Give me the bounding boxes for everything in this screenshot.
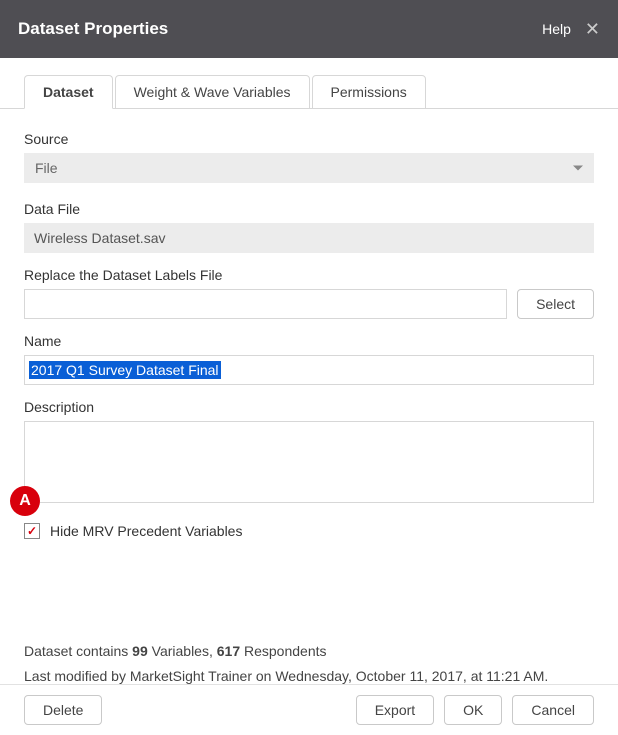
description-label: Description <box>24 399 594 415</box>
close-icon[interactable]: ✕ <box>585 20 600 38</box>
replace-labels-label: Replace the Dataset Labels File <box>24 267 594 283</box>
tab-permissions[interactable]: Permissions <box>312 75 426 109</box>
name-label: Name <box>24 333 594 349</box>
callout-marker-a: A <box>10 486 40 516</box>
chevron-down-icon <box>573 166 583 171</box>
dataset-info-counts: Dataset contains 99 Variables, 617 Respo… <box>24 639 594 664</box>
source-dropdown[interactable]: File <box>24 153 594 183</box>
dialog-footer: Delete Export OK Cancel <box>0 684 618 735</box>
dialog-titlebar: Dataset Properties Help ✕ <box>0 0 618 58</box>
replace-labels-input[interactable] <box>24 289 507 319</box>
tab-dataset[interactable]: Dataset <box>24 75 113 109</box>
export-button[interactable]: Export <box>356 695 434 725</box>
delete-button[interactable]: Delete <box>24 695 102 725</box>
tab-weight-wave[interactable]: Weight & Wave Variables <box>115 75 310 109</box>
hide-mrv-label: Hide MRV Precedent Variables <box>50 523 242 539</box>
select-file-button[interactable]: Select <box>517 289 594 319</box>
variable-count: 99 <box>132 643 148 659</box>
tab-strip: Dataset Weight & Wave Variables Permissi… <box>0 58 618 109</box>
name-input[interactable]: 2017 Q1 Survey Dataset Final <box>24 355 594 385</box>
tab-panel-dataset: Source File Data File Wireless Dataset.s… <box>0 109 618 689</box>
respondent-count: 617 <box>217 643 240 659</box>
dataset-info: Dataset contains 99 Variables, 617 Respo… <box>24 639 594 689</box>
description-textarea[interactable] <box>24 421 594 503</box>
source-label: Source <box>24 131 594 147</box>
name-input-selection: 2017 Q1 Survey Dataset Final <box>29 361 221 379</box>
source-value: File <box>35 160 58 176</box>
hide-mrv-checkbox[interactable]: ✓ <box>24 523 40 539</box>
cancel-button[interactable]: Cancel <box>512 695 594 725</box>
ok-button[interactable]: OK <box>444 695 502 725</box>
datafile-value: Wireless Dataset.sav <box>24 223 594 253</box>
datafile-label: Data File <box>24 201 594 217</box>
dialog-title: Dataset Properties <box>18 19 168 39</box>
help-link[interactable]: Help <box>542 21 571 37</box>
